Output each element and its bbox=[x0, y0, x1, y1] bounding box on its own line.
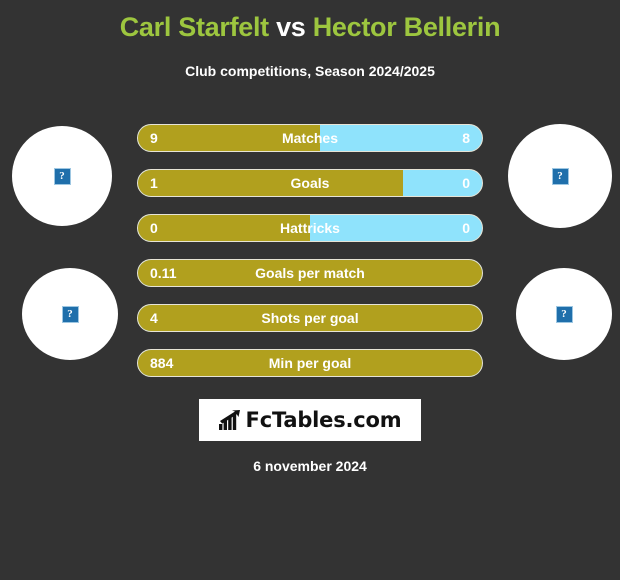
stat-label: Hattricks bbox=[280, 220, 340, 236]
stat-label: Goals bbox=[290, 175, 330, 191]
broken-image-icon: ? bbox=[53, 167, 71, 185]
stat-row-min-per-goal: 884 Min per goal bbox=[137, 349, 483, 377]
stat-row-goals-per-match: 0.11 Goals per match bbox=[137, 259, 483, 287]
title-vs-separator: vs bbox=[276, 12, 306, 42]
stat-label: Matches bbox=[281, 130, 339, 146]
broken-image-icon: ? bbox=[61, 305, 79, 323]
stat-away-value: 8 bbox=[462, 130, 470, 146]
stat-row-hattricks: 0 Hattricks 0 bbox=[137, 214, 483, 242]
page-subtitle: Club competitions, Season 2024/2025 bbox=[185, 63, 435, 79]
stat-label: Shots per goal bbox=[261, 310, 359, 326]
stat-label: Goals per match bbox=[255, 265, 365, 281]
title-home-player: Carl Starfelt bbox=[119, 12, 269, 42]
avatar-away-top: ? bbox=[508, 124, 612, 228]
generated-date: 6 november 2024 bbox=[253, 458, 367, 474]
stat-row-shots-per-goal: 4 Shots per goal bbox=[137, 304, 483, 332]
stat-bars-list: 9 Matches 8 1 Goals 0 0 Hattricks 0 0.11… bbox=[137, 124, 483, 394]
fctables-logo[interactable]: FcTables.com bbox=[199, 399, 421, 441]
stat-label: Min per goal bbox=[268, 355, 352, 371]
comparison-infographic: Carl Starfelt vs Hector Bellerin Club co… bbox=[0, 0, 620, 580]
avatar-away-bottom: ? bbox=[516, 268, 612, 360]
stat-row-matches: 9 Matches 8 bbox=[137, 124, 483, 152]
stat-away-value: 0 bbox=[462, 175, 470, 191]
logo-text: FcTables.com bbox=[245, 408, 402, 432]
avatar-home-bottom: ? bbox=[22, 268, 118, 360]
stat-row-goals: 1 Goals 0 bbox=[137, 169, 483, 197]
page-title: Carl Starfelt vs Hector Bellerin bbox=[0, 12, 620, 43]
broken-image-icon: ? bbox=[555, 305, 573, 323]
bar-chart-icon bbox=[218, 410, 240, 430]
title-away-player: Hector Bellerin bbox=[312, 12, 501, 42]
broken-image-icon: ? bbox=[551, 167, 569, 185]
stat-away-value: 0 bbox=[462, 220, 470, 236]
avatar-home-top: ? bbox=[12, 126, 112, 226]
